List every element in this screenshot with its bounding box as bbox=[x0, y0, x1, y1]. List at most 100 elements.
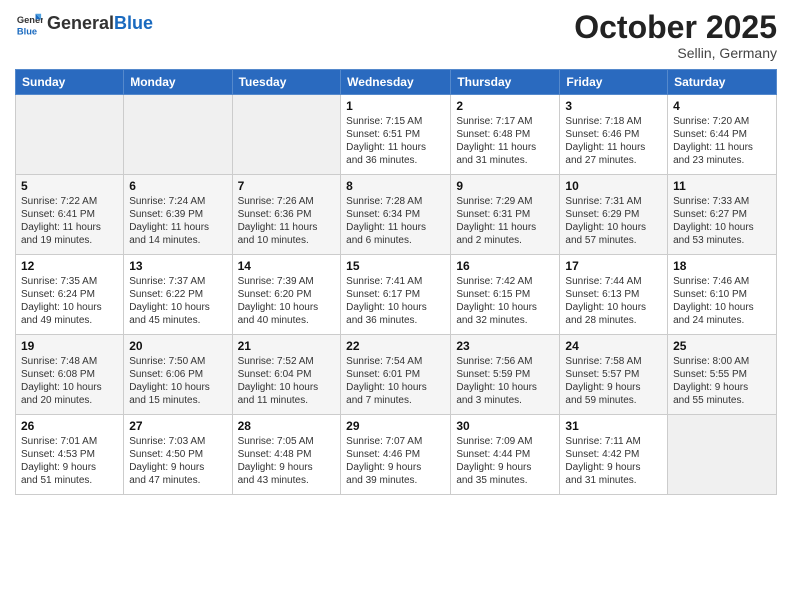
day-cell-0-1 bbox=[124, 95, 232, 175]
day-number: 23 bbox=[456, 339, 554, 353]
col-wednesday: Wednesday bbox=[341, 70, 451, 95]
day-cell-4-3: 29Sunrise: 7:07 AM Sunset: 4:46 PM Dayli… bbox=[341, 415, 451, 495]
day-cell-0-2 bbox=[232, 95, 341, 175]
day-cell-4-6 bbox=[668, 415, 777, 495]
day-cell-2-0: 12Sunrise: 7:35 AM Sunset: 6:24 PM Dayli… bbox=[16, 255, 124, 335]
week-row-0: 1Sunrise: 7:15 AM Sunset: 6:51 PM Daylig… bbox=[16, 95, 777, 175]
logo-text: GeneralBlue bbox=[47, 14, 153, 34]
day-number: 8 bbox=[346, 179, 445, 193]
day-cell-2-5: 17 Sunrise: 7:44 AM Sunset: 6:13 PM Dayli… bbox=[560, 255, 668, 335]
logo-general: General bbox=[47, 13, 114, 33]
day-info: Sunrise: 7:03 AM Sunset: 4:50 PM Dayligh… bbox=[129, 435, 226, 487]
day-number: 5 bbox=[21, 179, 118, 193]
day-number: 24 bbox=[565, 339, 662, 353]
day-number: 12 bbox=[21, 259, 118, 273]
col-thursday: Thursday bbox=[451, 70, 560, 95]
day-info: Sunrise: 7:29 AM Sunset: 6:31 PM Dayligh… bbox=[456, 195, 554, 247]
day-cell-3-5: 24 Sunrise: 7:58 AM Sunset: 5:57 PM Dayli… bbox=[560, 335, 668, 415]
day-info: Sunrise: 7:44 AM Sunset: 6:13 PM Dayligh… bbox=[565, 275, 662, 327]
day-cell-2-3: 15 Sunrise: 7:41 AM Sunset: 6:17 PM Dayli… bbox=[341, 255, 451, 335]
day-number: 25 bbox=[673, 339, 771, 353]
day-number: 15 bbox=[346, 259, 445, 273]
day-number: 27 bbox=[129, 419, 226, 433]
header: General Blue GeneralBlue October 2025 Se… bbox=[15, 10, 777, 61]
svg-text:Blue: Blue bbox=[17, 26, 37, 36]
day-number: 20 bbox=[129, 339, 226, 353]
day-number: 30 bbox=[456, 419, 554, 433]
day-cell-4-1: 27 Sunrise: 7:03 AM Sunset: 4:50 PM Dayli… bbox=[124, 415, 232, 495]
day-cell-1-6: 11 Sunrise: 7:33 AM Sunset: 6:27 PM Dayli… bbox=[668, 175, 777, 255]
day-cell-0-6: 4Sunrise: 7:20 AM Sunset: 6:44 PM Daylig… bbox=[668, 95, 777, 175]
location: Sellin, Germany bbox=[574, 45, 777, 61]
col-sunday: Sunday bbox=[16, 70, 124, 95]
day-cell-2-2: 14 Sunrise: 7:39 AM Sunset: 6:20 PM Dayli… bbox=[232, 255, 341, 335]
day-number: 11 bbox=[673, 179, 771, 193]
day-cell-3-4: 23 Sunrise: 7:56 AM Sunset: 5:59 PM Dayli… bbox=[451, 335, 560, 415]
day-number: 3 bbox=[565, 99, 662, 113]
day-info: Sunrise: 7:22 AM Sunset: 6:41 PM Dayligh… bbox=[21, 195, 118, 247]
day-number: 13 bbox=[129, 259, 226, 273]
day-info: Sunrise: 7:26 AM Sunset: 6:36 PM Dayligh… bbox=[238, 195, 336, 247]
col-friday: Friday bbox=[560, 70, 668, 95]
title-block: October 2025 Sellin, Germany bbox=[574, 10, 777, 61]
day-info: Sunrise: 7:48 AM Sunset: 6:08 PM Dayligh… bbox=[21, 355, 118, 407]
logo-icon: General Blue bbox=[15, 10, 43, 38]
week-row-4: 26 Sunrise: 7:01 AM Sunset: 4:53 PM Dayli… bbox=[16, 415, 777, 495]
logo-blue: Blue bbox=[114, 13, 153, 33]
header-row: Sunday Monday Tuesday Wednesday Thursday… bbox=[16, 70, 777, 95]
day-cell-3-2: 21Sunrise: 7:52 AM Sunset: 6:04 PM Dayli… bbox=[232, 335, 341, 415]
day-number: 31 bbox=[565, 419, 662, 433]
day-number: 26 bbox=[21, 419, 118, 433]
day-info: Sunrise: 7:50 AM Sunset: 6:06 PM Dayligh… bbox=[129, 355, 226, 407]
day-number: 7 bbox=[238, 179, 336, 193]
col-saturday: Saturday bbox=[668, 70, 777, 95]
day-cell-2-4: 16 Sunrise: 7:42 AM Sunset: 6:15 PM Dayli… bbox=[451, 255, 560, 335]
calendar: Sunday Monday Tuesday Wednesday Thursday… bbox=[15, 69, 777, 495]
day-number: 18 bbox=[673, 259, 771, 273]
day-info: Sunrise: 7:18 AM Sunset: 6:46 PM Dayligh… bbox=[565, 115, 662, 167]
day-info: Sunrise: 7:33 AM Sunset: 6:27 PM Dayligh… bbox=[673, 195, 771, 247]
day-info: Sunrise: 7:01 AM Sunset: 4:53 PM Dayligh… bbox=[21, 435, 118, 487]
month-title: October 2025 bbox=[574, 10, 777, 45]
day-cell-4-4: 30 Sunrise: 7:09 AM Sunset: 4:44 PM Dayli… bbox=[451, 415, 560, 495]
day-cell-4-2: 28Sunrise: 7:05 AM Sunset: 4:48 PM Dayli… bbox=[232, 415, 341, 495]
day-number: 28 bbox=[238, 419, 336, 433]
day-info: Sunrise: 7:09 AM Sunset: 4:44 PM Dayligh… bbox=[456, 435, 554, 487]
day-info: Sunrise: 7:39 AM Sunset: 6:20 PM Dayligh… bbox=[238, 275, 336, 327]
day-info: Sunrise: 8:00 AM Sunset: 5:55 PM Dayligh… bbox=[673, 355, 771, 407]
day-number: 21 bbox=[238, 339, 336, 353]
day-number: 16 bbox=[456, 259, 554, 273]
day-info: Sunrise: 7:37 AM Sunset: 6:22 PM Dayligh… bbox=[129, 275, 226, 327]
day-info: Sunrise: 7:11 AM Sunset: 4:42 PM Dayligh… bbox=[565, 435, 662, 487]
day-cell-0-5: 3 Sunrise: 7:18 AM Sunset: 6:46 PM Daylig… bbox=[560, 95, 668, 175]
day-info: Sunrise: 7:42 AM Sunset: 6:15 PM Dayligh… bbox=[456, 275, 554, 327]
day-cell-3-1: 20 Sunrise: 7:50 AM Sunset: 6:06 PM Dayli… bbox=[124, 335, 232, 415]
day-number: 17 bbox=[565, 259, 662, 273]
day-cell-1-1: 6Sunrise: 7:24 AM Sunset: 6:39 PM Daylig… bbox=[124, 175, 232, 255]
day-number: 19 bbox=[21, 339, 118, 353]
col-monday: Monday bbox=[124, 70, 232, 95]
day-cell-1-4: 9Sunrise: 7:29 AM Sunset: 6:31 PM Daylig… bbox=[451, 175, 560, 255]
day-cell-1-3: 8Sunrise: 7:28 AM Sunset: 6:34 PM Daylig… bbox=[341, 175, 451, 255]
week-row-2: 12Sunrise: 7:35 AM Sunset: 6:24 PM Dayli… bbox=[16, 255, 777, 335]
day-cell-4-5: 31 Sunrise: 7:11 AM Sunset: 4:42 PM Dayli… bbox=[560, 415, 668, 495]
page-container: General Blue GeneralBlue October 2025 Se… bbox=[0, 0, 792, 505]
day-cell-3-0: 19 Sunrise: 7:48 AM Sunset: 6:08 PM Dayli… bbox=[16, 335, 124, 415]
col-tuesday: Tuesday bbox=[232, 70, 341, 95]
day-info: Sunrise: 7:56 AM Sunset: 5:59 PM Dayligh… bbox=[456, 355, 554, 407]
week-row-1: 5 Sunrise: 7:22 AM Sunset: 6:41 PM Daylig… bbox=[16, 175, 777, 255]
day-cell-2-1: 13 Sunrise: 7:37 AM Sunset: 6:22 PM Dayli… bbox=[124, 255, 232, 335]
day-info: Sunrise: 7:58 AM Sunset: 5:57 PM Dayligh… bbox=[565, 355, 662, 407]
day-cell-0-4: 2 Sunrise: 7:17 AM Sunset: 6:48 PM Daylig… bbox=[451, 95, 560, 175]
day-info: Sunrise: 7:54 AM Sunset: 6:01 PM Dayligh… bbox=[346, 355, 445, 407]
day-info: Sunrise: 7:17 AM Sunset: 6:48 PM Dayligh… bbox=[456, 115, 554, 167]
day-number: 14 bbox=[238, 259, 336, 273]
day-number: 2 bbox=[456, 99, 554, 113]
day-cell-0-3: 1Sunrise: 7:15 AM Sunset: 6:51 PM Daylig… bbox=[341, 95, 451, 175]
week-row-3: 19 Sunrise: 7:48 AM Sunset: 6:08 PM Dayli… bbox=[16, 335, 777, 415]
day-cell-1-0: 5 Sunrise: 7:22 AM Sunset: 6:41 PM Daylig… bbox=[16, 175, 124, 255]
day-info: Sunrise: 7:41 AM Sunset: 6:17 PM Dayligh… bbox=[346, 275, 445, 327]
day-number: 1 bbox=[346, 99, 445, 113]
day-cell-3-3: 22Sunrise: 7:54 AM Sunset: 6:01 PM Dayli… bbox=[341, 335, 451, 415]
day-info: Sunrise: 7:24 AM Sunset: 6:39 PM Dayligh… bbox=[129, 195, 226, 247]
